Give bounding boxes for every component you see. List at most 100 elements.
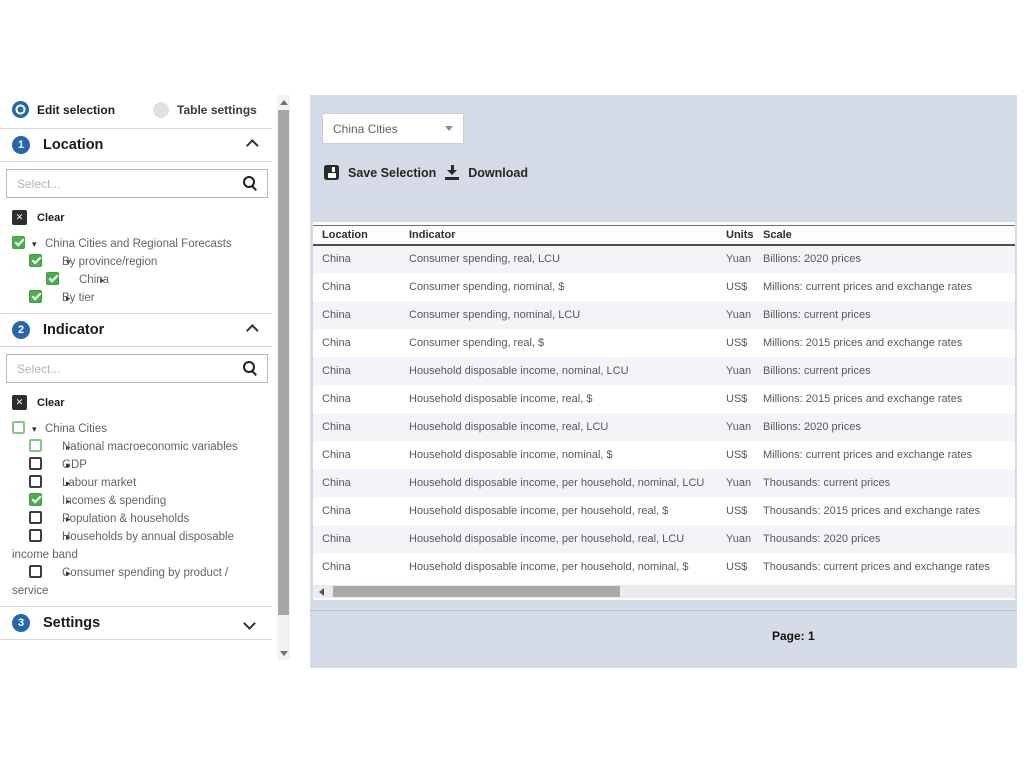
checkbox-outline-green-icon[interactable] xyxy=(29,439,42,452)
table-row[interactable]: ChinaConsumer spending, real, LCUYuanBil… xyxy=(313,245,1015,273)
chevron-up-icon[interactable] xyxy=(246,324,259,337)
tree-item[interactable]: ▸Labour market xyxy=(12,474,262,492)
table-row[interactable]: ChinaHousehold disposable income, nomina… xyxy=(313,441,1015,469)
download-label: Download xyxy=(468,166,528,180)
expand-arrow-right-icon[interactable]: ▸ xyxy=(49,438,62,456)
table-row[interactable]: ChinaConsumer spending, nominal, LCUYuan… xyxy=(313,301,1015,329)
expand-arrow-right-icon[interactable]: ▸ xyxy=(49,510,62,528)
tree-item[interactable]: ▸Population & households xyxy=(12,510,262,528)
tree-item-label: Incomes & spending xyxy=(62,495,166,507)
table-cell: Millions: current prices and exchange ra… xyxy=(763,441,1015,469)
tree-item[interactable]: ▾China Cities xyxy=(12,420,262,438)
checkbox-unchecked-icon[interactable] xyxy=(29,511,42,524)
section-header-indicator[interactable]: 2 Indicator xyxy=(0,314,272,346)
section-header-settings[interactable]: 3 Settings xyxy=(0,607,272,639)
expand-arrow-down-icon[interactable]: ▾ xyxy=(32,235,45,253)
table-cell: Yuan xyxy=(726,245,763,273)
tree-item[interactable]: ▾By province/region xyxy=(12,253,262,271)
search-icon xyxy=(243,361,258,376)
table-cell: Household disposable income, per househo… xyxy=(409,553,726,581)
location-search xyxy=(6,169,268,198)
table-cell: US$ xyxy=(726,385,763,413)
chevron-down-icon[interactable] xyxy=(243,617,256,630)
checkbox-checked-icon[interactable] xyxy=(46,272,59,285)
table-cell: Billions: 2020 prices xyxy=(763,245,1015,273)
tree-item-label: Population & households xyxy=(62,513,189,525)
results-table-card: LocationIndicatorUnitsScale ChinaConsume… xyxy=(313,222,1015,600)
expand-arrow-right-icon[interactable]: ▸ xyxy=(49,474,62,492)
sidebar-scrollbar[interactable] xyxy=(277,95,290,660)
table-cell: Household disposable income, nominal, $ xyxy=(409,441,726,469)
table-cell: Yuan xyxy=(726,525,763,553)
checkbox-checked-icon[interactable] xyxy=(29,493,42,506)
table-row[interactable]: ChinaConsumer spending, real, $US$Millio… xyxy=(313,329,1015,357)
tree-item[interactable]: ▾China Cities and Regional Forecasts xyxy=(12,235,262,253)
tree-item[interactable]: ▸Households by annual disposable income … xyxy=(12,528,262,564)
expand-arrow-right-icon[interactable]: ▸ xyxy=(49,564,62,582)
checkbox-checked-icon[interactable] xyxy=(29,290,42,303)
scroll-down-arrow[interactable] xyxy=(277,646,290,660)
table-row[interactable]: ChinaHousehold disposable income, per ho… xyxy=(313,553,1015,581)
scrollbar-thumb[interactable] xyxy=(333,586,620,597)
tree-item-label: Labour market xyxy=(62,477,136,489)
expand-arrow-down-icon[interactable]: ▾ xyxy=(49,253,62,271)
table-cell: Millions: 2015 prices and exchange rates xyxy=(763,385,1015,413)
tree-item-label: By tier xyxy=(62,292,95,304)
table-cell: Consumer spending, nominal, LCU xyxy=(409,301,726,329)
expand-arrow-right-icon[interactable]: ▸ xyxy=(49,289,62,307)
tab-edit-selection[interactable]: Edit selection xyxy=(12,101,115,118)
location-search-input[interactable] xyxy=(6,169,268,198)
table-row[interactable]: ChinaConsumer spending, nominal, $US$Mil… xyxy=(313,273,1015,301)
table-cell: Consumer spending, real, $ xyxy=(409,329,726,357)
tree-item[interactable]: ▸Consumer spending by product / service xyxy=(12,564,262,600)
table-row[interactable]: ChinaHousehold disposable income, per ho… xyxy=(313,497,1015,525)
checkbox-unchecked-icon[interactable] xyxy=(29,475,42,488)
expand-arrow-right-icon[interactable]: ▸ xyxy=(49,528,62,546)
section-title-settings: Settings xyxy=(43,615,245,631)
expand-arrow-right-icon[interactable]: ▸ xyxy=(66,271,79,289)
table-cell: China xyxy=(313,441,409,469)
checkbox-outline-green-icon[interactable] xyxy=(12,421,25,434)
table-row[interactable]: ChinaHousehold disposable income, per ho… xyxy=(313,525,1015,553)
scroll-left-arrow[interactable] xyxy=(315,585,327,598)
checkbox-unchecked-icon[interactable] xyxy=(29,529,42,542)
tree-item-label: National macroeconomic variables xyxy=(62,441,238,453)
tree-item[interactable]: ▸By tier xyxy=(12,289,262,307)
table-cell: Thousands: current prices xyxy=(763,469,1015,497)
expand-arrow-right-icon[interactable]: ▸ xyxy=(49,492,62,510)
table-cell: Household disposable income, real, LCU xyxy=(409,413,726,441)
table-row[interactable]: ChinaHousehold disposable income, real, … xyxy=(313,385,1015,413)
table-cell: Billions: 2020 prices xyxy=(763,413,1015,441)
table-row[interactable]: ChinaHousehold disposable income, nomina… xyxy=(313,357,1015,385)
tree-item[interactable]: ▸GDP xyxy=(12,456,262,474)
table-row[interactable]: ChinaHousehold disposable income, per ho… xyxy=(313,469,1015,497)
indicator-search-input[interactable] xyxy=(6,354,268,383)
save-selection-button[interactable]: Save Selection xyxy=(324,165,436,180)
table-horizontal-scrollbar[interactable] xyxy=(313,585,1015,598)
scrollbar-thumb[interactable] xyxy=(278,110,289,615)
tree-item-label: Households by annual disposable income b… xyxy=(12,531,234,561)
checkbox-unchecked-icon[interactable] xyxy=(29,565,42,578)
divider xyxy=(0,639,272,640)
tree-item[interactable]: ▸Incomes & spending xyxy=(12,492,262,510)
tab-table-settings[interactable]: Table settings xyxy=(153,102,257,118)
expand-arrow-down-icon[interactable]: ▾ xyxy=(32,420,45,438)
table-row[interactable]: ChinaHousehold disposable income, real, … xyxy=(313,413,1015,441)
checkbox-checked-icon[interactable] xyxy=(29,254,42,267)
tree-item[interactable]: ▸National macroeconomic variables xyxy=(12,438,262,456)
tree-item[interactable]: ▸China xyxy=(12,271,262,289)
checkbox-checked-icon[interactable] xyxy=(12,236,25,249)
scroll-up-arrow[interactable] xyxy=(277,95,290,109)
indicator-clear-button[interactable]: Clear xyxy=(12,395,272,410)
download-button[interactable]: Download xyxy=(445,165,528,180)
table-cell: Billions: current prices xyxy=(763,357,1015,385)
chevron-down-icon xyxy=(445,126,453,131)
location-clear-button[interactable]: Clear xyxy=(12,210,272,225)
arrow-left-icon xyxy=(319,588,324,596)
chevron-up-icon[interactable] xyxy=(246,139,259,152)
expand-arrow-right-icon[interactable]: ▸ xyxy=(49,456,62,474)
dataset-dropdown[interactable]: China Cities xyxy=(322,113,464,144)
table-cell: Millions: current prices and exchange ra… xyxy=(763,273,1015,301)
section-header-location[interactable]: 1 Location xyxy=(0,129,272,161)
checkbox-unchecked-icon[interactable] xyxy=(29,457,42,470)
